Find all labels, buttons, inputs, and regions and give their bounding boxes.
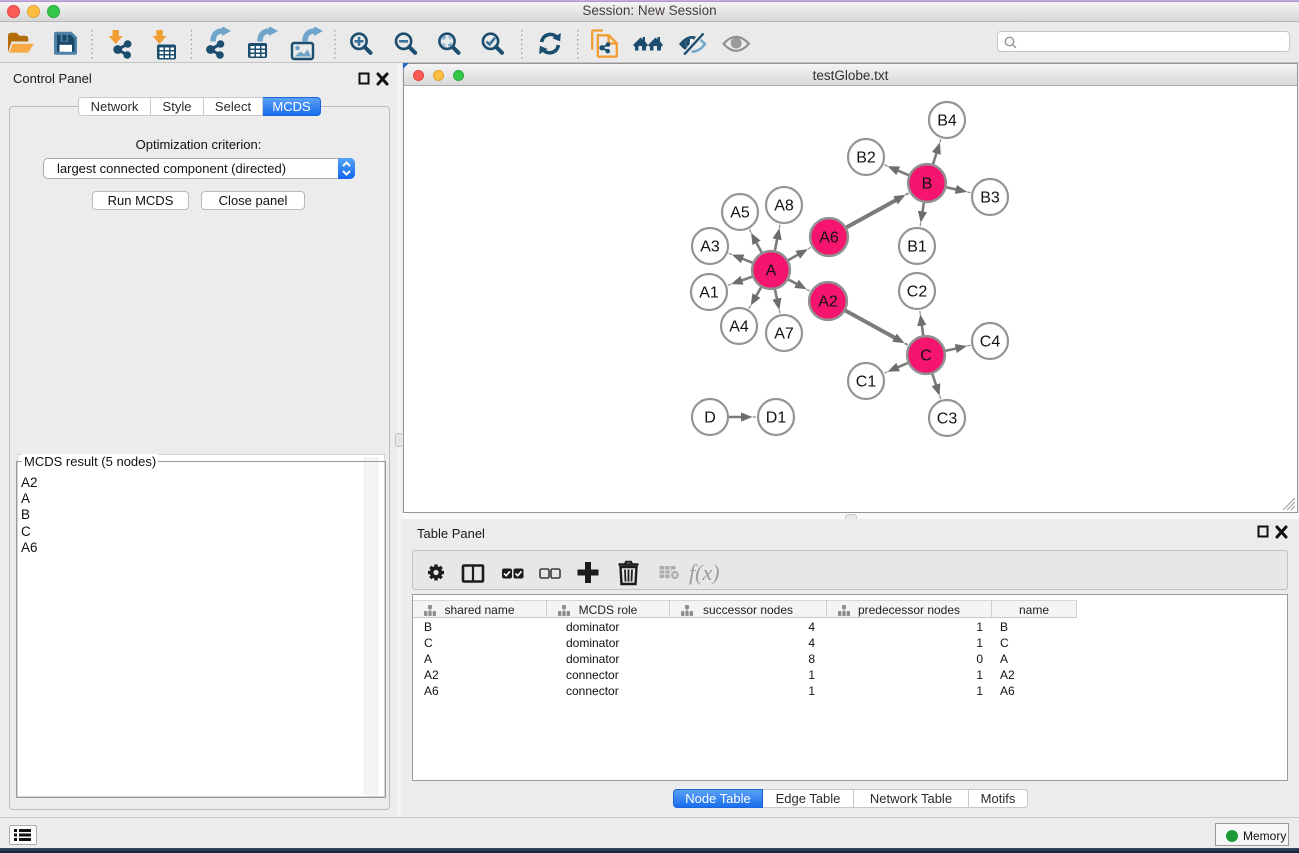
svg-text:B: B [922,176,933,193]
svg-text:A5: A5 [730,205,750,222]
svg-text:C1: C1 [856,374,877,391]
svg-text:B2: B2 [856,150,876,167]
svg-text:D: D [704,410,716,427]
svg-text:B4: B4 [937,113,957,130]
svg-text:C3: C3 [937,411,958,428]
svg-text:A2: A2 [818,294,838,311]
svg-text:A6: A6 [819,230,839,247]
svg-text:A3: A3 [700,239,720,256]
svg-text:f(x): f(x) [689,560,720,585]
svg-text:B3: B3 [980,190,1000,207]
svg-text:A: A [766,263,777,280]
svg-text:A1: A1 [699,285,719,302]
svg-text:C4: C4 [980,334,1001,351]
svg-text:B1: B1 [907,239,927,256]
svg-text:A8: A8 [774,198,794,215]
svg-text:A4: A4 [729,319,749,336]
svg-text:C2: C2 [907,284,928,301]
svg-text:A7: A7 [774,326,794,343]
svg-text:D1: D1 [766,410,787,427]
svg-text:C: C [920,348,932,365]
